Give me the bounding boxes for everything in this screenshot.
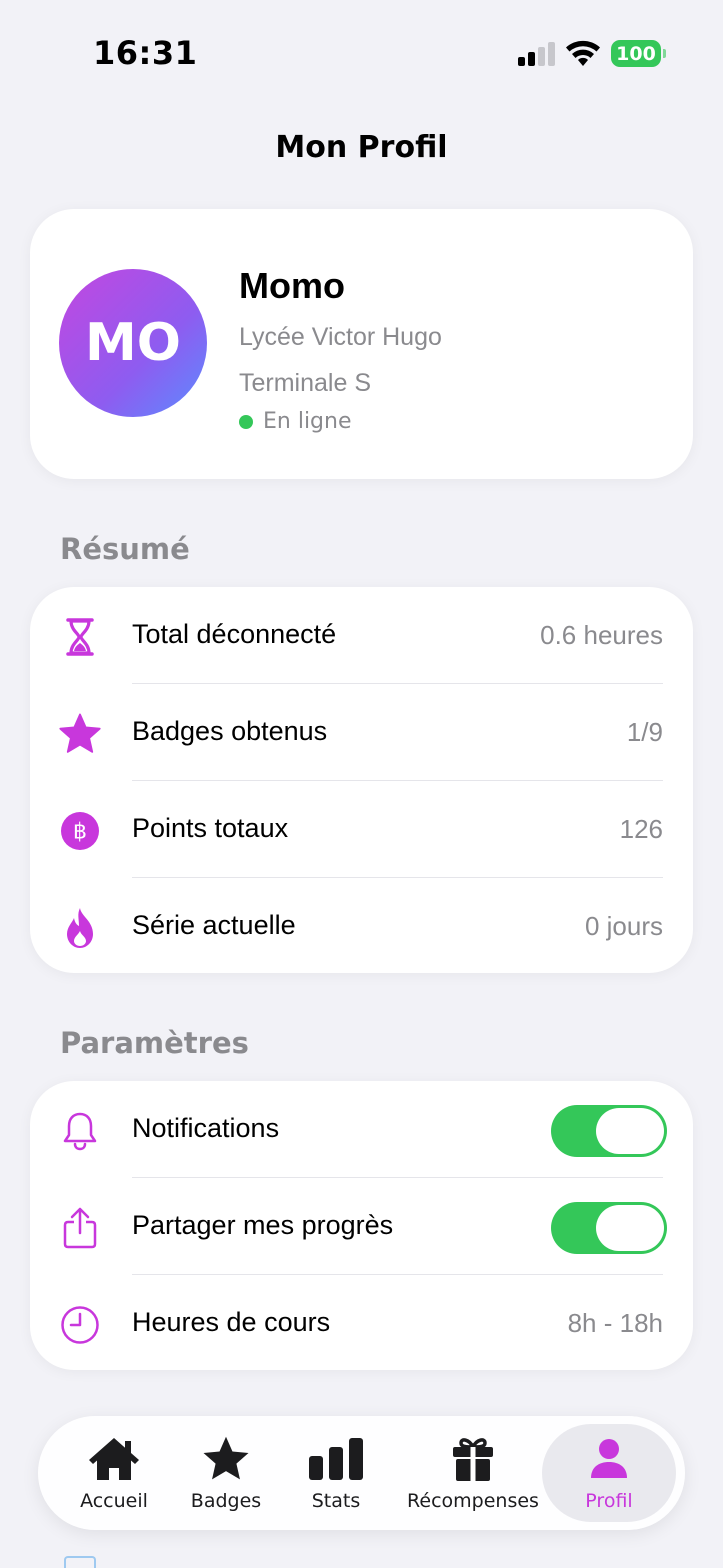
gift-icon (446, 1434, 500, 1484)
summary-value: 126 (619, 814, 663, 844)
toggle-knob (596, 1108, 664, 1154)
tab-profil[interactable]: Profil (542, 1424, 676, 1522)
summary-value: 0 jours (584, 911, 663, 941)
svg-text:฿: ฿ (73, 820, 87, 845)
person-icon (582, 1434, 636, 1484)
tab-label: Récompenses (407, 1490, 539, 1512)
toggle-knob (596, 1205, 664, 1251)
summary-label: Série actuelle (132, 910, 296, 940)
online-status-label: En ligne (263, 409, 352, 434)
summary-row-total-disconnected[interactable]: Total déconnecté 0.6 heures (30, 587, 693, 684)
bell-icon (58, 1109, 102, 1153)
wifi-icon (566, 40, 600, 66)
summary-row-points[interactable]: ฿ Points totaux 126 (30, 781, 693, 878)
chart-bar-icon (309, 1434, 363, 1484)
tab-recompenses[interactable]: Récompenses (406, 1424, 540, 1522)
settings-row-share-progress: Partager mes progrès (30, 1178, 693, 1275)
battery-icon: 100 (611, 40, 666, 67)
summary-card: Total déconnecté 0.6 heures Badges obten… (30, 587, 693, 973)
hourglass-icon (58, 615, 102, 659)
settings-label: Notifications (132, 1113, 280, 1143)
tab-accueil[interactable]: Accueil (68, 1424, 160, 1522)
summary-row-badges[interactable]: Badges obtenus 1/9 (30, 684, 693, 781)
tab-label: Accueil (80, 1490, 148, 1512)
settings-header: Paramètres (60, 1026, 249, 1060)
settings-card: Notifications Partager mes progrès Heure… (30, 1081, 693, 1370)
partial-icon (64, 1556, 96, 1568)
star-icon (199, 1434, 253, 1484)
settings-label: Partager mes progrès (132, 1210, 394, 1240)
share-progress-toggle[interactable] (551, 1202, 667, 1254)
share-icon (58, 1206, 102, 1250)
tab-label: Badges (190, 1490, 262, 1512)
summary-row-streak[interactable]: Série actuelle 0 jours (30, 878, 693, 975)
tab-label: Stats (311, 1490, 361, 1512)
summary-label: Badges obtenus (132, 716, 328, 746)
house-icon (87, 1434, 141, 1484)
clock-icon (58, 1303, 102, 1347)
tab-label: Profil (585, 1490, 633, 1512)
star-icon (58, 712, 102, 756)
tab-stats[interactable]: Stats (293, 1424, 379, 1522)
status-bar: 16:31 100 (0, 0, 723, 100)
cellular-signal-icon (518, 42, 555, 66)
flame-icon (58, 906, 102, 950)
settings-row-notifications: Notifications (30, 1081, 693, 1178)
profile-class: Terminale S (239, 369, 371, 397)
notifications-toggle[interactable] (551, 1105, 667, 1157)
summary-header: Résumé (60, 532, 190, 566)
profile-card: MO Momo Lycée Victor Hugo Terminale S En… (30, 209, 693, 479)
status-time: 16:31 (93, 34, 198, 72)
summary-label: Points totaux (132, 813, 289, 843)
settings-label: Heures de cours (132, 1307, 331, 1337)
summary-value: 0.6 heures (540, 620, 663, 650)
tab-bar: Accueil Badges Stats Récompenses Profil (38, 1416, 685, 1530)
page-title: Mon Profil (275, 130, 448, 165)
settings-row-class-hours[interactable]: Heures de cours 8h - 18h (30, 1275, 693, 1372)
profile-name: Momo (239, 265, 345, 306)
summary-value: 1/9 (626, 717, 663, 747)
online-status: En ligne (239, 409, 352, 434)
summary-label: Total déconnecté (132, 619, 337, 649)
settings-value: 8h - 18h (567, 1308, 663, 1338)
bitcoin-icon: ฿ (58, 809, 102, 853)
profile-school: Lycée Victor Hugo (239, 323, 442, 351)
online-dot-icon (239, 414, 253, 429)
avatar[interactable]: MO (59, 269, 207, 417)
tab-badges[interactable]: Badges (180, 1424, 272, 1522)
